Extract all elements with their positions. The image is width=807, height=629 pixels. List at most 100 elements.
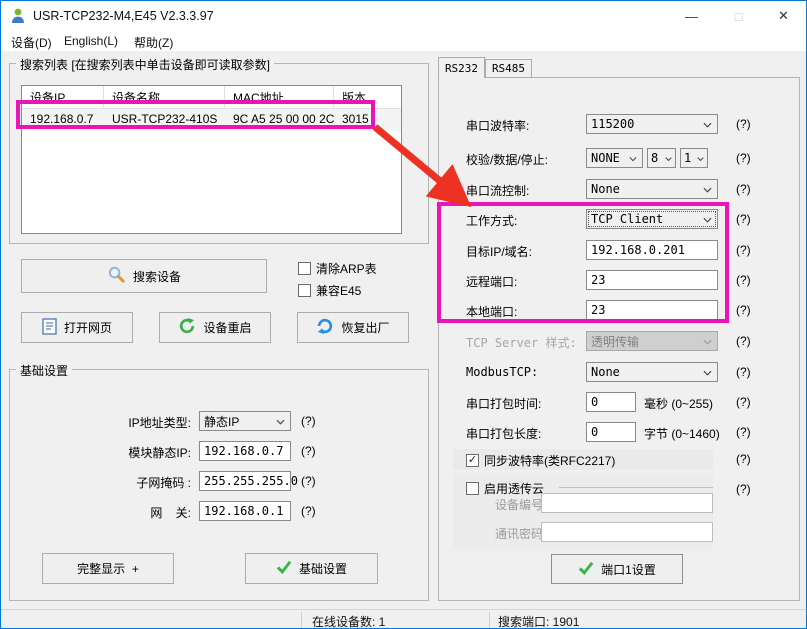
cell-device-ip: 192.168.0.7	[22, 109, 104, 131]
local-port-label: 本地端口:	[466, 303, 517, 320]
remote-port-input[interactable]: 23	[586, 270, 718, 290]
target-ip-label: 目标IP/域名:	[466, 243, 532, 260]
stop-bits-select[interactable]: 1	[680, 148, 708, 168]
modbus-select[interactable]: None	[586, 362, 718, 382]
work-mode-select[interactable]: TCP Client	[586, 209, 718, 229]
minimize-button[interactable]: —	[669, 1, 714, 31]
help-baud[interactable]: (?)	[736, 117, 751, 131]
help-pack-len[interactable]: (?)	[736, 425, 751, 439]
search-icon	[107, 265, 126, 287]
help-subnet-mask[interactable]: (?)	[301, 474, 316, 488]
device-restart-label: 设备重启	[203, 319, 251, 336]
cell-mac: 9C A5 25 00 00 2C	[225, 109, 334, 131]
data-bits-select[interactable]: 8	[647, 148, 676, 168]
help-pack-time[interactable]: (?)	[736, 395, 751, 409]
cell-device-name: USR-TCP232-410S	[104, 109, 225, 131]
webpage-icon	[42, 318, 57, 338]
help-modbus[interactable]: (?)	[736, 365, 751, 379]
full-display-label: 完整显示 +	[77, 560, 139, 577]
data-bits-value: 8	[651, 151, 658, 165]
subnet-mask-input[interactable]: 255.255.255.0	[199, 471, 291, 491]
baud-select[interactable]: 115200	[586, 114, 718, 134]
open-webpage-button[interactable]: 打开网页	[21, 312, 133, 343]
help-remote-port[interactable]: (?)	[736, 273, 751, 287]
menu-device[interactable]: 设备(D)	[11, 34, 52, 51]
pack-len-label: 串口打包长度:	[466, 425, 541, 442]
help-gateway[interactable]: (?)	[301, 504, 316, 518]
port1-apply-button[interactable]: 端口1设置	[551, 554, 683, 584]
tab-rs232[interactable]: RS232	[438, 57, 485, 78]
flow-select[interactable]: None	[586, 179, 718, 199]
help-parity[interactable]: (?)	[736, 151, 751, 165]
clear-arp-label: 清除ARP表	[316, 260, 377, 277]
pack-len-unit: 字节 (0~1460)	[644, 425, 720, 442]
compat-e45-checkbox[interactable]: 兼容E45	[298, 282, 361, 299]
column-header-version[interactable]: 版本	[334, 86, 400, 108]
table-row[interactable]: 192.168.0.7 USR-TCP232-410S 9C A5 25 00 …	[22, 109, 401, 131]
help-cloud[interactable]: (?)	[736, 482, 751, 496]
flow-value: None	[591, 182, 620, 196]
chevron-down-icon	[276, 414, 285, 428]
cell-version: 3015	[334, 109, 400, 131]
base-settings-apply-button[interactable]: 基础设置	[245, 553, 378, 584]
tab-rs485[interactable]: RS485	[485, 59, 532, 78]
search-device-button[interactable]: 搜索设备	[21, 259, 267, 293]
check-icon	[276, 560, 292, 577]
status-divider	[301, 612, 302, 628]
column-header-ip[interactable]: 设备IP	[22, 86, 104, 108]
menu-english[interactable]: English(L)	[64, 34, 118, 48]
static-ip-input[interactable]: 192.168.0.7	[199, 441, 291, 461]
work-mode-label: 工作方式:	[466, 212, 517, 229]
gateway-label: 网 关:	[101, 504, 191, 521]
help-tcp-server-style[interactable]: (?)	[736, 334, 751, 348]
search-list-group-title: 搜索列表 [在搜索列表中单击设备即可读取参数]	[16, 56, 274, 73]
target-ip-input[interactable]: 192.168.0.201	[586, 240, 718, 260]
clear-arp-checkbox[interactable]: 清除ARP表	[298, 260, 377, 277]
pack-time-unit: 毫秒 (0~255)	[644, 395, 713, 412]
cloud-group-line	[559, 487, 713, 488]
restart-icon	[178, 317, 196, 338]
checkbox-unchecked-icon	[466, 482, 479, 495]
device-list-header: 设备IP 设备名称 MAC地址 版本	[22, 86, 401, 109]
subnet-mask-label: 子网掩码 :	[101, 474, 191, 491]
help-target-ip[interactable]: (?)	[736, 243, 751, 257]
help-flow[interactable]: (?)	[736, 182, 751, 196]
compat-e45-label: 兼容E45	[316, 282, 361, 299]
column-header-name[interactable]: 设备名称	[104, 86, 225, 108]
device-list[interactable]: 设备IP 设备名称 MAC地址 版本 192.168.0.7 USR-TCP23…	[21, 85, 402, 234]
cloud-device-id-input	[541, 493, 713, 513]
column-header-mac[interactable]: MAC地址	[225, 86, 334, 108]
help-work-mode[interactable]: (?)	[736, 212, 751, 226]
base-settings-group-title: 基础设置	[16, 362, 72, 379]
local-port-input[interactable]: 23	[586, 300, 718, 320]
static-ip-label: 模块静态IP:	[101, 444, 191, 461]
device-restart-button[interactable]: 设备重启	[159, 312, 271, 343]
parity-select[interactable]: NONE	[586, 148, 643, 168]
help-local-port[interactable]: (?)	[736, 303, 751, 317]
sync-baud-checkbox[interactable]: ✓ 同步波特率(类RFC2217)	[466, 452, 615, 469]
maximize-button[interactable]: □	[716, 1, 761, 31]
chevron-down-icon	[697, 151, 704, 165]
help-ip-type[interactable]: (?)	[301, 414, 316, 428]
tab-rs485-label: RS485	[492, 62, 525, 75]
menu-help[interactable]: 帮助(Z)	[134, 34, 173, 51]
sync-baud-label: 同步波特率(类RFC2217)	[484, 452, 615, 469]
baud-label: 串口波特率:	[466, 117, 529, 134]
ip-type-select[interactable]: 静态IP	[199, 411, 291, 431]
close-button[interactable]: ✕	[761, 1, 806, 31]
gateway-input[interactable]: 192.168.0.1	[199, 501, 291, 521]
cloud-enable-checkbox[interactable]: 启用透传云	[466, 480, 544, 497]
pack-len-input[interactable]: 0	[586, 422, 636, 442]
checkbox-unchecked-icon	[298, 284, 311, 297]
tcp-server-style-select: 透明传输	[586, 331, 718, 351]
app-window: USR-TCP232-M4,E45 V2.3.3.97 — □ ✕ 设备(D) …	[0, 0, 807, 629]
pack-time-input[interactable]: 0	[586, 392, 636, 412]
factory-reset-button[interactable]: 恢复出厂	[297, 312, 409, 343]
titlebar: USR-TCP232-M4,E45 V2.3.3.97 — □ ✕	[1, 1, 806, 31]
parity-label: 校验/数据/停止:	[466, 151, 548, 168]
help-sync-baud[interactable]: (?)	[736, 452, 751, 466]
full-display-button[interactable]: 完整显示 +	[42, 553, 174, 584]
help-static-ip[interactable]: (?)	[301, 444, 316, 458]
app-icon	[9, 7, 27, 28]
tcp-server-style-value: 透明传输	[591, 333, 639, 350]
